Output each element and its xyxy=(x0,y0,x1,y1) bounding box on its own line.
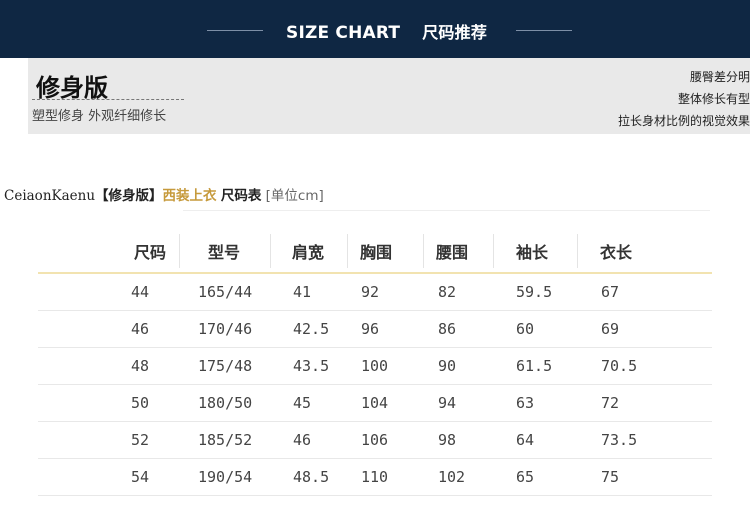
header-right-rule xyxy=(516,30,572,31)
chest-cell: 110 xyxy=(361,468,389,486)
chest-cell: 100 xyxy=(361,357,389,375)
size-cell: 48 xyxy=(131,357,150,375)
length-cell: 69 xyxy=(601,320,620,338)
column-header: 腰围 xyxy=(436,243,469,262)
waist-cell: 82 xyxy=(438,283,457,301)
title-cn: 尺码推荐 xyxy=(422,23,488,42)
fit-note: 腰臀差分明 xyxy=(689,70,750,84)
waist-cell: 86 xyxy=(438,320,457,338)
fit-note: 拉长身材比例的视觉效果 xyxy=(617,114,750,128)
table-row: 44 165/44 41 92 82 59.5 67 xyxy=(38,274,712,311)
size-cell: 50 xyxy=(131,394,150,412)
column-header: 肩宽 xyxy=(292,243,325,262)
model-cell: 190/54 xyxy=(198,468,253,486)
shoulder-cell: 48.5 xyxy=(293,468,330,486)
size-table: 尺码 型号 肩宽 胸围 腰围 袖长 衣长 44 165/44 41 92 82 … xyxy=(38,230,712,496)
table-row: 50 180/50 45 104 94 63 72 xyxy=(38,385,712,422)
sleeve-cell: 61.5 xyxy=(516,357,553,375)
length-cell: 73.5 xyxy=(601,431,638,449)
waist-cell: 90 xyxy=(438,357,457,375)
chest-cell: 96 xyxy=(361,320,380,338)
length-cell: 67 xyxy=(601,283,620,301)
shoulder-cell: 46 xyxy=(293,431,312,449)
column-header: 衣长 xyxy=(600,243,633,262)
column-divider xyxy=(270,234,271,268)
model-cell: 165/44 xyxy=(198,283,253,301)
size-cell: 54 xyxy=(131,468,150,486)
shoulder-cell: 41 xyxy=(293,283,312,301)
caption-unit: [单位cm] xyxy=(265,188,324,204)
chest-cell: 92 xyxy=(361,283,380,301)
sleeve-cell: 63 xyxy=(516,394,535,412)
column-header: 胸围 xyxy=(360,243,393,262)
fit-notes: 腰臀差分明 整体修长有型 拉长身材比例的视觉效果 xyxy=(618,66,750,132)
length-cell: 70.5 xyxy=(601,357,638,375)
size-cell: 46 xyxy=(131,320,150,338)
model-cell: 175/48 xyxy=(198,357,253,375)
table-row: 52 185/52 46 106 98 64 73.5 xyxy=(38,422,712,459)
table-row: 46 170/46 42.5 96 86 60 69 xyxy=(38,311,712,348)
length-cell: 75 xyxy=(601,468,620,486)
header-left-rule xyxy=(207,30,263,31)
table-caption: CeiaonKaenu【修身版】西装上衣 尺码表 [单位cm] xyxy=(4,184,324,204)
caption-fit: 【修身版】 xyxy=(95,188,163,204)
table-header-row: 尺码 型号 肩宽 胸围 腰围 袖长 衣长 xyxy=(38,230,712,274)
column-header: 型号 xyxy=(208,243,241,262)
column-header: 袖长 xyxy=(516,243,549,262)
fit-divider xyxy=(32,99,184,100)
sleeve-cell: 60 xyxy=(516,320,535,338)
model-cell: 185/52 xyxy=(198,431,253,449)
chest-cell: 104 xyxy=(361,394,389,412)
shoulder-cell: 42.5 xyxy=(293,320,330,338)
size-cell: 52 xyxy=(131,431,150,449)
waist-cell: 94 xyxy=(438,394,457,412)
column-divider xyxy=(423,234,424,268)
column-header: 尺码 xyxy=(134,243,167,262)
column-divider xyxy=(493,234,494,268)
column-divider xyxy=(179,234,180,268)
brand-name: CeiaonKaenu xyxy=(4,188,96,204)
sleeve-cell: 64 xyxy=(516,431,535,449)
caption-divider xyxy=(183,210,710,211)
fit-name: 修身版 xyxy=(36,74,108,102)
waist-cell: 102 xyxy=(438,468,466,486)
caption-item: 西装上衣 xyxy=(162,188,217,204)
model-cell: 170/46 xyxy=(198,320,253,338)
chest-cell: 106 xyxy=(361,431,389,449)
length-cell: 72 xyxy=(601,394,620,412)
size-chart-title: SIZE CHART 尺码推荐 xyxy=(286,19,487,43)
sleeve-cell: 59.5 xyxy=(516,283,553,301)
table-row: 54 190/54 48.5 110 102 65 75 xyxy=(38,459,712,496)
fit-subtitle: 塑型修身 外观纤细修长 xyxy=(32,109,167,124)
title-en: SIZE CHART xyxy=(286,23,401,43)
fit-info-band: 修身版 塑型修身 外观纤细修长 腰臀差分明 整体修长有型 拉长身材比例的视觉效果 xyxy=(28,58,750,134)
size-cell: 44 xyxy=(131,283,150,301)
column-divider xyxy=(347,234,348,268)
header-banner: SIZE CHART 尺码推荐 xyxy=(0,0,750,58)
shoulder-cell: 43.5 xyxy=(293,357,330,375)
column-divider xyxy=(577,234,578,268)
fit-note: 整体修长有型 xyxy=(677,92,750,106)
shoulder-cell: 45 xyxy=(293,394,312,412)
table-row: 48 175/48 43.5 100 90 61.5 70.5 xyxy=(38,348,712,385)
model-cell: 180/50 xyxy=(198,394,253,412)
caption-table: 尺码表 xyxy=(220,188,262,204)
sleeve-cell: 65 xyxy=(516,468,535,486)
waist-cell: 98 xyxy=(438,431,457,449)
